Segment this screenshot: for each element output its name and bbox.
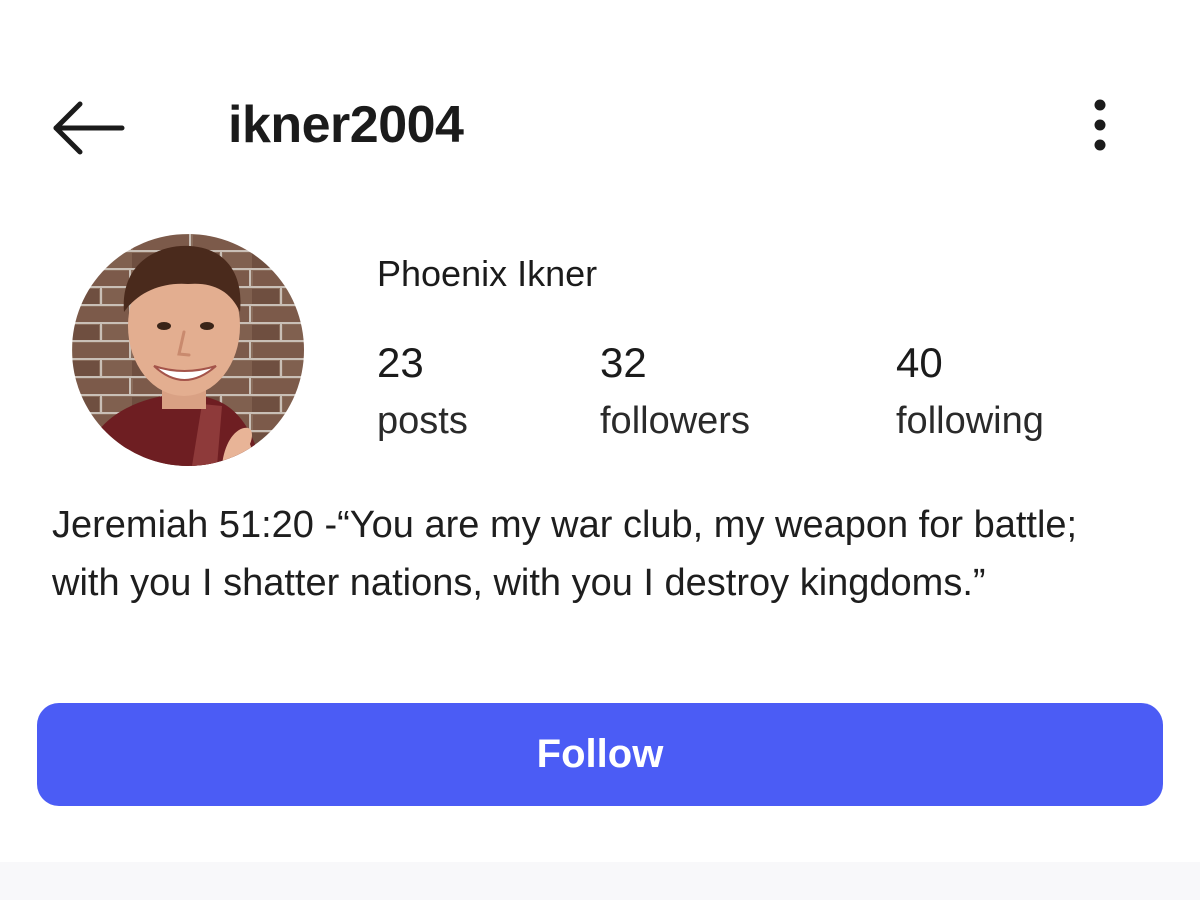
stat-following[interactable]: 40 following [896,338,1044,444]
follow-button[interactable]: Follow [37,703,1163,806]
stat-posts[interactable]: 23 posts [377,338,468,444]
following-count: 40 [896,339,943,386]
section-divider [0,862,1200,900]
following-label: following [896,400,1044,442]
followers-count: 32 [600,339,647,386]
posts-count: 23 [377,339,424,386]
profile-screen: ikner2004 Phoenix Ikner 23 posts 32 foll… [0,0,1200,900]
posts-label: posts [377,400,468,442]
avatar[interactable] [72,234,304,466]
display-name: Phoenix Ikner [377,253,598,294]
back-arrow-icon[interactable] [50,100,126,156]
followers-label: followers [600,400,750,442]
top-bar: ikner2004 [0,0,1200,190]
stat-followers[interactable]: 32 followers [600,338,750,444]
profile-bio: Jeremiah 51:20 -“You are my war club, my… [52,504,1078,604]
more-options-icon[interactable] [1080,98,1120,152]
page-title-username: ikner2004 [228,96,464,154]
